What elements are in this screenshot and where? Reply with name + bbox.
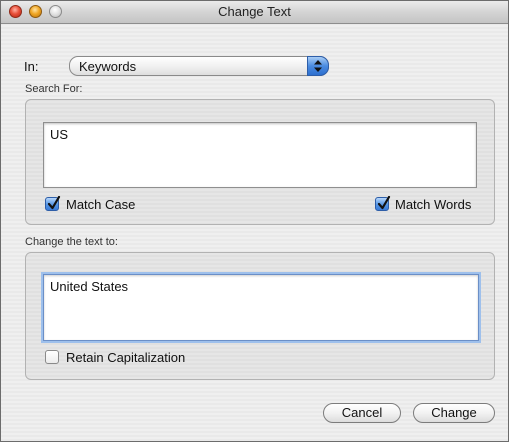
search-for-label: Search For:	[25, 83, 83, 95]
window-title: Change Text	[218, 4, 291, 19]
search-text-field[interactable]: US	[43, 122, 477, 188]
change-text-group: United States Retain Capitalization	[25, 252, 495, 380]
title-bar: Change Text	[1, 1, 508, 24]
cancel-button[interactable]: Cancel	[323, 403, 401, 423]
in-label: In:	[24, 59, 39, 74]
match-words-checkbox[interactable]	[375, 196, 391, 211]
checkmark-icon	[377, 196, 391, 210]
change-button[interactable]: Change	[413, 403, 495, 423]
scope-popup[interactable]: Keywords	[69, 56, 329, 76]
replacement-text-field[interactable]: United States	[43, 274, 479, 341]
scope-popup-value: Keywords	[79, 59, 137, 74]
change-text-window: Change Text In: Keywords Search For: US …	[0, 0, 509, 442]
change-text-label: Change the text to:	[25, 236, 118, 248]
updown-arrows-icon	[307, 56, 329, 76]
match-case-label: Match Case	[66, 197, 136, 212]
match-words-label: Match Words	[395, 197, 472, 212]
retain-capitalization-label: Retain Capitalization	[66, 350, 186, 365]
checkmark-icon	[47, 196, 61, 210]
match-case-checkbox[interactable]	[45, 196, 61, 211]
search-for-group: US Match Case Match Words	[25, 99, 495, 225]
retain-capitalization-checkbox[interactable]	[45, 350, 59, 364]
